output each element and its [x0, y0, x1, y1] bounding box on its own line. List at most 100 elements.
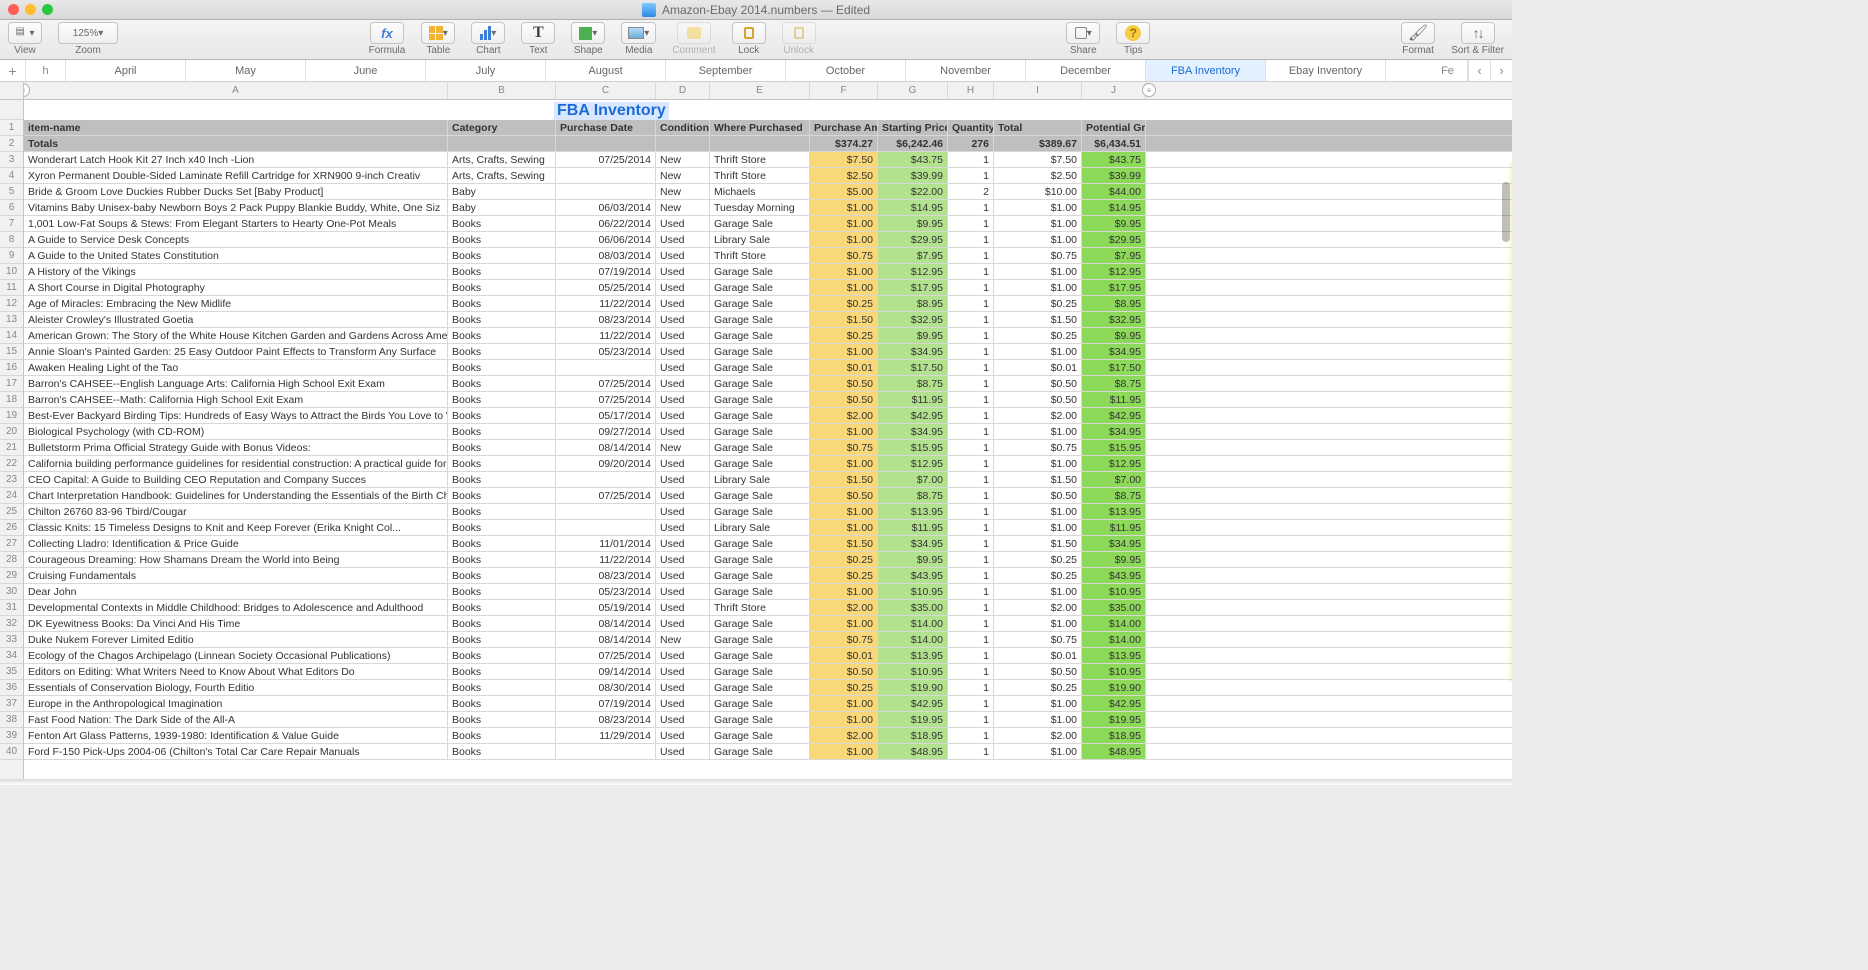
cell-quantity[interactable]: 1 [948, 584, 994, 599]
cell-date[interactable] [556, 472, 656, 487]
cell-start-price[interactable]: $48.95 [878, 744, 948, 759]
cell-quantity[interactable]: 1 [948, 472, 994, 487]
row-header[interactable]: 27 [0, 536, 23, 552]
cell-item-name[interactable]: Editors on Editing: What Writers Need to… [24, 664, 448, 679]
cell-category[interactable]: Books [448, 536, 556, 551]
cell-category[interactable]: Books [448, 520, 556, 535]
cell-amount[interactable]: $0.25 [810, 568, 878, 583]
cell-amount[interactable]: $2.50 [810, 168, 878, 183]
cell-start-price[interactable]: $43.95 [878, 568, 948, 583]
cell-where[interactable]: Garage Sale [710, 696, 810, 711]
cell-start-price[interactable]: $9.95 [878, 328, 948, 343]
cell-condition[interactable]: Used [656, 488, 710, 503]
cell-gross[interactable]: $15.95 [1082, 440, 1146, 455]
cell-amount[interactable]: $1.00 [810, 264, 878, 279]
cell-total[interactable]: $0.01 [994, 360, 1082, 375]
cell-start-price[interactable]: $10.95 [878, 584, 948, 599]
cell-amount[interactable]: $0.25 [810, 328, 878, 343]
cell-where[interactable]: Michaels [710, 184, 810, 199]
cell-category[interactable]: Books [448, 376, 556, 391]
col-C[interactable]: C [556, 82, 656, 99]
cell-item-name[interactable]: Xyron Permanent Double-Sided Laminate Re… [24, 168, 448, 183]
cell-where[interactable]: Garage Sale [710, 744, 810, 759]
cell-amount[interactable]: $1.00 [810, 744, 878, 759]
cell-gross[interactable]: $42.95 [1082, 696, 1146, 711]
cell-start-price[interactable]: $34.95 [878, 536, 948, 551]
cell-date[interactable]: 09/27/2014 [556, 424, 656, 439]
cell-amount[interactable]: $0.75 [810, 248, 878, 263]
cell-amount[interactable]: $0.25 [810, 296, 878, 311]
cell-quantity[interactable]: 1 [948, 200, 994, 215]
cell-where[interactable]: Thrift Store [710, 600, 810, 615]
cell-item-name[interactable]: Collecting Lladro: Identification & Pric… [24, 536, 448, 551]
cell-item-name[interactable]: A History of the Vikings [24, 264, 448, 279]
cell-start-price[interactable]: $8.95 [878, 296, 948, 311]
cell-category[interactable]: Books [448, 344, 556, 359]
cell-condition[interactable]: Used [656, 584, 710, 599]
cell-category[interactable]: Books [448, 472, 556, 487]
header-cell[interactable]: item-name [24, 120, 448, 135]
cell-category[interactable]: Books [448, 680, 556, 695]
row-header[interactable]: 3 [0, 152, 23, 168]
minimize-window-button[interactable] [25, 4, 36, 15]
cell-date[interactable]: 06/22/2014 [556, 216, 656, 231]
cell-category[interactable]: Books [448, 296, 556, 311]
cell-quantity[interactable]: 1 [948, 216, 994, 231]
cell-where[interactable]: Garage Sale [710, 584, 810, 599]
cell-item-name[interactable]: Biological Psychology (with CD-ROM) [24, 424, 448, 439]
cell-amount[interactable]: $1.00 [810, 696, 878, 711]
cell-date[interactable] [556, 504, 656, 519]
cell-where[interactable]: Garage Sale [710, 360, 810, 375]
cell-condition[interactable]: Used [656, 248, 710, 263]
cell-category[interactable]: Books [448, 504, 556, 519]
row-header[interactable]: 16 [0, 360, 23, 376]
tab-october[interactable]: October [786, 60, 906, 81]
tabs-next-button[interactable]: › [1490, 60, 1512, 81]
cell-total[interactable]: $0.25 [994, 552, 1082, 567]
spreadsheet-area[interactable]: 1234567891011121314151617181920212223242… [0, 82, 1512, 779]
cell-gross[interactable]: $32.95 [1082, 312, 1146, 327]
row-header[interactable]: 34 [0, 648, 23, 664]
cell-gross[interactable]: $19.90 [1082, 680, 1146, 695]
cell-gross[interactable]: $34.95 [1082, 536, 1146, 551]
cell-amount[interactable]: $0.25 [810, 552, 878, 567]
cell-category[interactable]: Books [448, 728, 556, 743]
cell-start-price[interactable]: $22.00 [878, 184, 948, 199]
cell-start-price[interactable]: $8.75 [878, 488, 948, 503]
cell-item-name[interactable]: Cruising Fundamentals [24, 568, 448, 583]
tab-may[interactable]: May [186, 60, 306, 81]
cell-category[interactable]: Books [448, 584, 556, 599]
header-cell[interactable]: Total [994, 120, 1082, 135]
cell-amount[interactable]: $0.50 [810, 664, 878, 679]
cell-gross[interactable]: $9.95 [1082, 216, 1146, 231]
row-header[interactable]: 12 [0, 296, 23, 312]
cell-gross[interactable]: $14.00 [1082, 632, 1146, 647]
cell-item-name[interactable]: Dear John [24, 584, 448, 599]
cell-start-price[interactable]: $34.95 [878, 424, 948, 439]
cell-date[interactable]: 05/17/2014 [556, 408, 656, 423]
cell-where[interactable]: Garage Sale [710, 392, 810, 407]
cell-where[interactable]: Garage Sale [710, 408, 810, 423]
cell-quantity[interactable]: 1 [948, 520, 994, 535]
cell-condition[interactable]: New [656, 200, 710, 215]
cell-item-name[interactable]: Ecology of the Chagos Archipelago (Linne… [24, 648, 448, 663]
cell-total[interactable]: $1.00 [994, 200, 1082, 215]
cell-category[interactable]: Books [448, 712, 556, 727]
cell-item-name[interactable]: DK Eyewitness Books: Da Vinci And His Ti… [24, 616, 448, 631]
header-cell[interactable]: Potential Gross [1082, 120, 1146, 135]
sort-filter-tool[interactable]: ↑↓Sort & Filter [1451, 22, 1504, 56]
cell-gross[interactable]: $43.95 [1082, 568, 1146, 583]
cell-start-price[interactable]: $14.00 [878, 616, 948, 631]
cell-date[interactable]: 08/30/2014 [556, 680, 656, 695]
cell-quantity[interactable]: 1 [948, 664, 994, 679]
cell-date[interactable]: 05/23/2014 [556, 584, 656, 599]
cell-condition[interactable]: Used [656, 296, 710, 311]
cell-item-name[interactable]: Barron's CAHSEE--Math: California High S… [24, 392, 448, 407]
cell-category[interactable]: Arts, Crafts, Sewing [448, 168, 556, 183]
cell-total[interactable]: $0.25 [994, 680, 1082, 695]
cell-start-price[interactable]: $7.00 [878, 472, 948, 487]
cell-amount[interactable]: $0.75 [810, 632, 878, 647]
cell-quantity[interactable]: 1 [948, 328, 994, 343]
cell-category[interactable]: Baby [448, 184, 556, 199]
cell-total[interactable]: $1.00 [994, 520, 1082, 535]
